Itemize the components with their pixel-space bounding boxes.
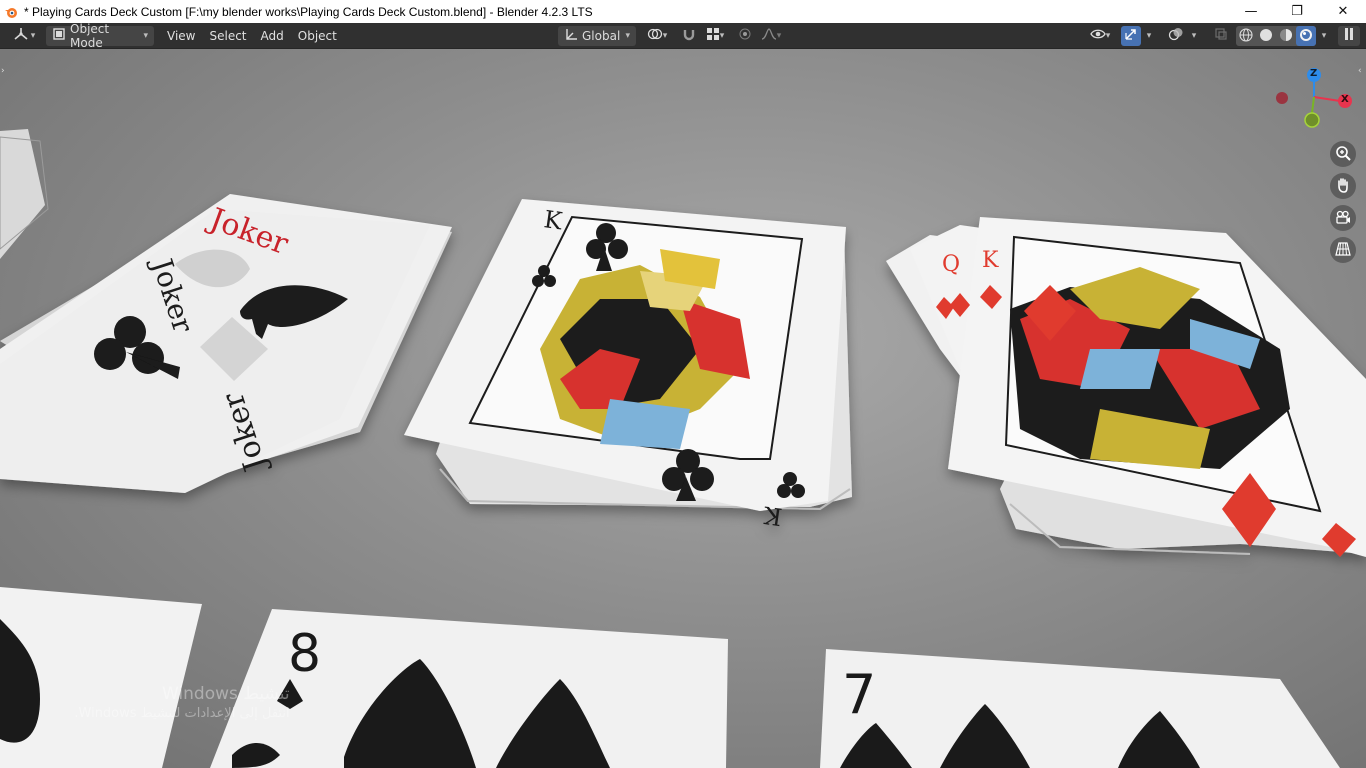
chevron-down-icon: ▾ (719, 30, 725, 41)
shading-wireframe-button[interactable] (1236, 26, 1256, 46)
snap-increment-icon (706, 27, 720, 44)
gizmo-arrows-icon (1124, 27, 1138, 44)
chevron-down-icon: ▾ (1146, 30, 1152, 41)
chevron-down-icon: ▾ (1105, 30, 1111, 41)
proportional-edit-icon (739, 28, 751, 43)
menu-select[interactable]: Select (202, 26, 253, 46)
shading-mode-group (1236, 26, 1316, 46)
left-region-arrow-icon[interactable]: › (1, 66, 5, 76)
mode-dropdown[interactable]: Object Mode ▾ (46, 22, 154, 50)
chevron-down-icon: ▾ (625, 30, 630, 41)
falloff-dropdown[interactable]: ▾ (756, 26, 786, 46)
overlays-toggle[interactable] (1166, 26, 1186, 46)
zoom-button[interactable] (1330, 141, 1356, 167)
orientation-label: Global (582, 28, 621, 43)
snap-toggle[interactable] (678, 26, 700, 46)
gizmo-dropdown[interactable]: ▾ (1141, 26, 1157, 46)
navigation-gizmo[interactable]: Z X (1256, 49, 1366, 149)
overlays-dropdown[interactable]: ▾ (1186, 26, 1202, 46)
seven-index: 7 (842, 663, 876, 726)
overlays-icon (1168, 27, 1184, 44)
pivot-point-icon (647, 27, 663, 44)
snap-magnet-icon (682, 27, 696, 44)
visibility-dropdown[interactable]: ▾ (1084, 26, 1116, 46)
menu-view[interactable]: View (160, 26, 202, 46)
xray-icon (1214, 27, 1228, 44)
eight-index: 8 (288, 624, 321, 684)
shading-material-preview-button[interactable] (1276, 26, 1296, 46)
activation-title: تنشيط Windows (162, 684, 290, 704)
wireframe-sphere-icon (1239, 27, 1253, 45)
minimize-button[interactable]: — (1228, 0, 1274, 23)
viewport-header: ▾ Object Mode ▾ View Select Add Object G… (0, 22, 1366, 50)
transform-orientation-dropdown[interactable]: Global ▾ (558, 25, 636, 46)
sidebar-toggle[interactable] (1338, 25, 1360, 46)
pause-icon (1344, 28, 1354, 43)
solid-sphere-icon (1259, 28, 1273, 45)
rendered-scene: Joker Joker Joker K K Q K 8 7 › ‹ (0, 66, 1366, 768)
card-deck-edge-left (0, 129, 49, 259)
chevron-down-icon: ▾ (30, 30, 36, 41)
pivot-point-button[interactable]: ▾ (642, 26, 672, 46)
pan-hand-icon (1335, 177, 1351, 196)
eye-icon (1089, 28, 1106, 43)
pan-button[interactable] (1330, 173, 1356, 199)
3d-viewport-icon (13, 27, 29, 44)
3d-viewport[interactable]: Joker Joker Joker K K Q K 8 7 › ‹ Z X تن… (0, 49, 1366, 768)
perspective-toggle-button[interactable] (1330, 237, 1356, 263)
rendered-sphere-icon (1299, 28, 1313, 45)
king-diamonds-index: K (982, 248, 999, 273)
navigation-tools (1330, 141, 1356, 263)
shading-solid-button[interactable] (1256, 26, 1276, 46)
camera-view-button[interactable] (1330, 205, 1356, 231)
chevron-down-icon: ▾ (1321, 30, 1327, 41)
gizmo-x-label: X (1341, 94, 1349, 105)
chevron-down-icon: ▾ (662, 30, 668, 41)
chevron-down-icon: ▾ (1191, 30, 1197, 41)
activation-subtitle: انتقل إلى الإعدادات لتنشيط Windows. (74, 706, 290, 721)
close-button[interactable]: ✕ (1320, 0, 1366, 23)
xray-toggle[interactable] (1210, 26, 1232, 46)
blender-logo-icon (4, 5, 18, 19)
seven-of-spades-card: 7 (820, 649, 1340, 768)
menu-object[interactable]: Object (291, 26, 344, 46)
gizmo-toggle[interactable] (1121, 25, 1141, 46)
maximize-button[interactable]: ❐ (1274, 0, 1320, 23)
chevron-down-icon: ▾ (776, 30, 782, 41)
king-of-diamonds-stack: Q K (886, 217, 1366, 557)
joker-card-stack: Joker Joker Joker (0, 194, 452, 493)
ace-of-spades-card-partial (0, 587, 202, 768)
material-sphere-icon (1279, 28, 1293, 45)
object-mode-icon (52, 27, 66, 44)
window-titlebar: * Playing Cards Deck Custom [F:\my blend… (0, 0, 1366, 23)
queen-index: Q (942, 252, 960, 277)
shading-dropdown[interactable]: ▾ (1316, 26, 1332, 46)
proportional-edit-toggle[interactable] (736, 26, 754, 46)
king-of-clubs-stack: K K (404, 199, 852, 531)
orientation-icon (564, 27, 578, 44)
gizmo-z-label: Z (1310, 68, 1318, 79)
editor-type-button[interactable]: ▾ (8, 26, 40, 46)
falloff-curve-icon (761, 27, 777, 44)
zoom-icon (1335, 145, 1351, 164)
window-title: * Playing Cards Deck Custom [F:\my blend… (24, 4, 593, 19)
mode-label: Object Mode (70, 21, 110, 50)
snap-target-dropdown[interactable]: ▾ (700, 26, 730, 46)
shading-rendered-button[interactable] (1296, 26, 1316, 46)
perspective-grid-icon (1335, 241, 1351, 260)
camera-view-icon (1335, 209, 1351, 228)
chevron-down-icon: ▾ (143, 30, 148, 41)
windows-activation-watermark: تنشيط Windows انتقل إلى الإعدادات لتنشيط… (66, 684, 290, 721)
menu-add[interactable]: Add (254, 26, 291, 46)
